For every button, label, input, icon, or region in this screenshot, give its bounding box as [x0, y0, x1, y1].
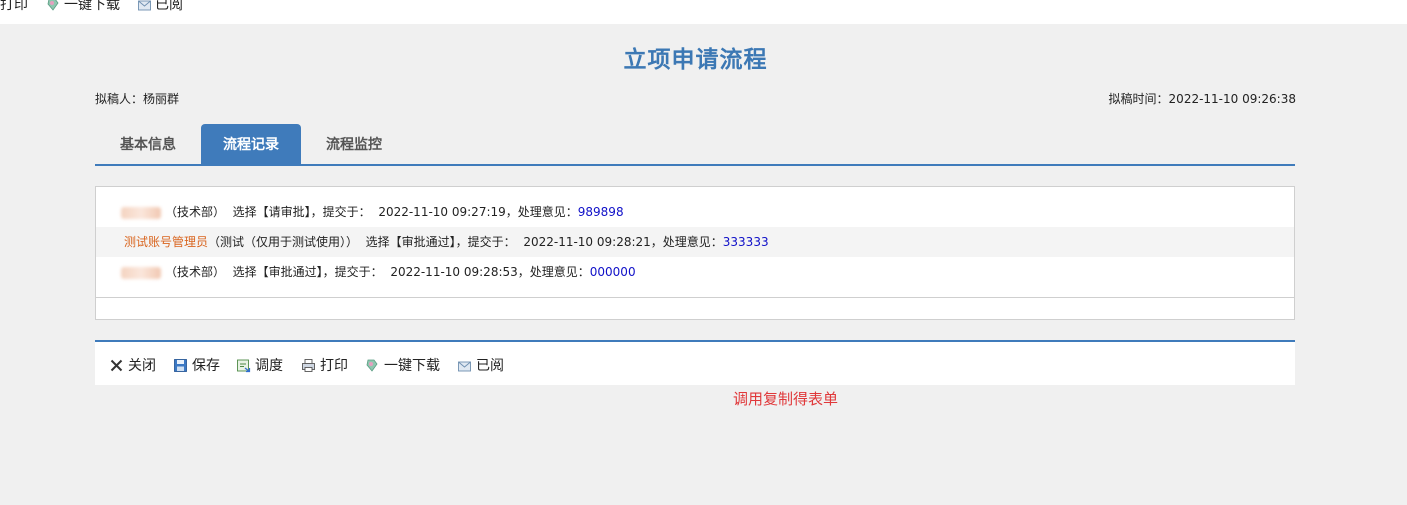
flow-record-panel: （技术部） 选择【请审批】，提交于： 2022-11-10 09:27:19，处…	[95, 186, 1295, 320]
download-button[interactable]: 一键下载	[365, 354, 440, 376]
download-label: 一键下载	[384, 358, 440, 374]
list-item: 测试账号管理员（测试（仅用于测试使用）） 选择【审批通过】，提交于： 2022-…	[96, 227, 1294, 257]
drafter-info: 拟稿人：杨丽群	[95, 90, 179, 107]
save-button[interactable]: 保存	[173, 354, 220, 376]
envelope-icon	[138, 0, 151, 10]
record-dept: （测试（仅用于测试使用））	[208, 235, 359, 249]
bottom-toolbar: 关闭 保存 调度 打印 一键下载 已阅	[95, 340, 1295, 385]
dispatch-icon	[237, 359, 251, 372]
drafter-label: 拟稿人：	[95, 92, 144, 106]
tab-flow-record-label: 流程记录	[223, 137, 279, 153]
record-dept: （技术部）	[165, 265, 226, 279]
record-opinion: 333333	[722, 235, 769, 249]
record-select: 选择【审批通过】，提交于：	[232, 265, 383, 279]
record-opinion: 989898	[577, 205, 624, 219]
top-download-label: 一键下载	[64, 0, 120, 13]
download-icon	[366, 359, 378, 372]
tab-flow-record[interactable]: 流程记录	[201, 124, 301, 164]
redacted-name	[121, 206, 161, 219]
record-select: 选择【审批通过】，提交于：	[365, 235, 516, 249]
top-download-button[interactable]: 一键下载	[46, 0, 120, 14]
record-name: 测试账号管理员	[124, 235, 209, 249]
read-label: 已阅	[476, 358, 504, 374]
dispatch-button[interactable]: 调度	[236, 354, 283, 376]
draft-time-info: 拟稿时间：2022-11-10 09:26:38	[1109, 90, 1296, 107]
page-title: 立项申请流程	[0, 40, 1407, 74]
redacted-name	[121, 266, 161, 279]
record-time: 2022-11-10 09:28:53，处理意见：	[390, 265, 590, 279]
record-dept: （技术部）	[165, 205, 226, 219]
dispatch-label: 调度	[255, 358, 283, 374]
close-label: 关闭	[128, 358, 156, 374]
print-label: 打印	[320, 358, 348, 374]
save-icon	[174, 358, 187, 372]
list-item: （技术部） 选择【审批通过】，提交于： 2022-11-10 09:28:53，…	[96, 257, 1294, 287]
save-label: 保存	[192, 358, 220, 374]
copy-form-note-text: 调用复制得表单	[732, 390, 838, 408]
top-read-button[interactable]: 已阅	[137, 0, 183, 14]
close-icon	[110, 359, 123, 371]
drafter-name: 杨丽群	[143, 92, 180, 106]
top-print-label: 打印	[0, 0, 28, 13]
top-read-label: 已阅	[155, 0, 183, 13]
tab-bar: 基本信息 流程记录 流程监控	[95, 124, 1295, 166]
close-button[interactable]: 关闭	[109, 354, 156, 376]
printer-icon	[302, 358, 315, 372]
top-print-button[interactable]: 打印	[0, 0, 28, 14]
tab-flow-monitor-label: 流程监控	[326, 137, 382, 153]
list-item: （技术部） 选择【请审批】，提交于： 2022-11-10 09:27:19，处…	[96, 197, 1294, 227]
tab-basic-info[interactable]: 基本信息	[95, 124, 201, 164]
panel-divider	[96, 297, 1294, 298]
envelope-icon	[458, 361, 471, 371]
record-time: 2022-11-10 09:28:21，处理意见：	[523, 235, 723, 249]
copy-form-note: 调用复制得表单	[0, 388, 1407, 409]
record-opinion: 000000	[589, 265, 636, 279]
print-button[interactable]: 打印	[301, 354, 348, 376]
record-select: 选择【请审批】，提交于：	[232, 205, 371, 219]
top-toolbar: 打印 一键下载 已阅	[0, 0, 1407, 24]
tab-flow-monitor[interactable]: 流程监控	[301, 124, 407, 164]
draft-time-label: 拟稿时间：	[1108, 92, 1169, 106]
download-icon	[47, 0, 59, 11]
tab-basic-info-label: 基本信息	[120, 137, 176, 153]
read-button[interactable]: 已阅	[457, 354, 504, 376]
draft-time-value: 2022-11-10 09:26:38	[1168, 92, 1296, 106]
page-title-text: 立项申请流程	[623, 47, 768, 73]
record-time: 2022-11-10 09:27:19，处理意见：	[378, 205, 578, 219]
